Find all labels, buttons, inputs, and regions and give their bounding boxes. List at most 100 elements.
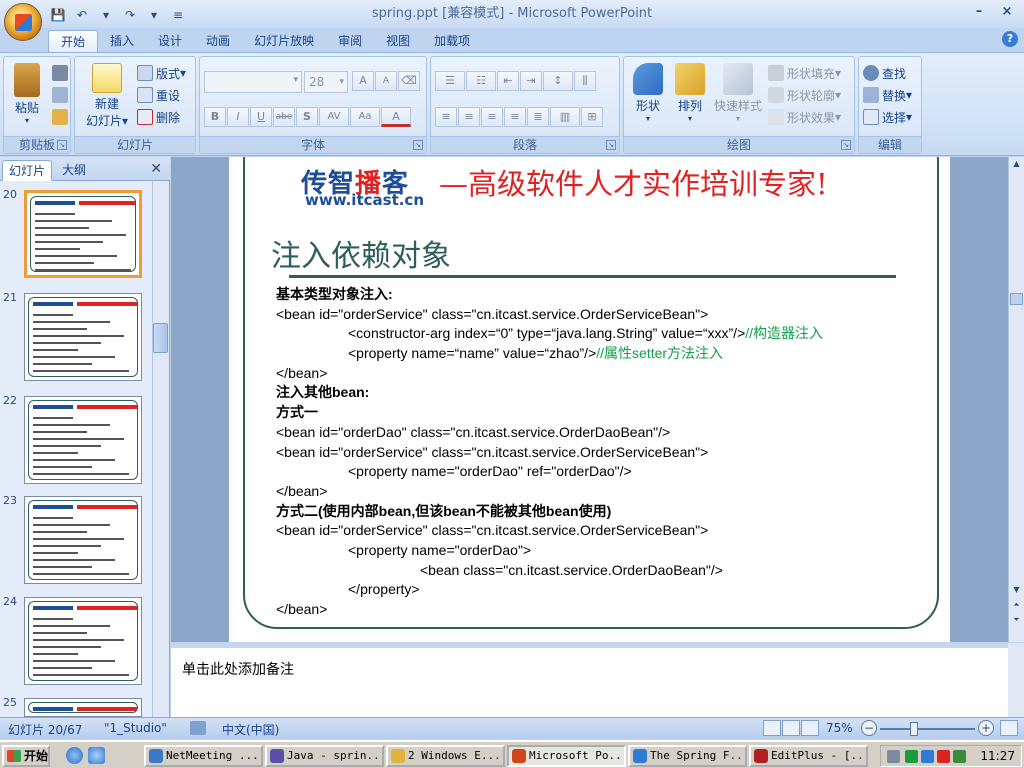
tab-animations[interactable]: 动画: [194, 30, 242, 52]
increase-indent-icon[interactable]: ⇥: [520, 71, 542, 91]
ie-quicklaunch-icon[interactable]: [66, 747, 83, 764]
taskbar-item[interactable]: Microsoft Po...: [507, 745, 626, 767]
undo-icon[interactable]: ↶: [72, 6, 92, 24]
notes-pane[interactable]: 单击此处添加备注: [171, 643, 1008, 717]
shrink-font-button[interactable]: A: [375, 71, 397, 91]
notes-placeholder[interactable]: 单击此处添加备注: [182, 659, 294, 679]
change-case-button[interactable]: Aa: [350, 107, 380, 127]
smartart-icon[interactable]: ⊞: [581, 107, 603, 127]
save-icon[interactable]: 💾: [48, 6, 68, 24]
tab-outline[interactable]: 大纲: [56, 160, 92, 181]
tab-design[interactable]: 设计: [146, 30, 194, 52]
slide-thumbnail[interactable]: [24, 396, 142, 484]
columns-icon[interactable]: ⫼: [574, 71, 596, 91]
slideshow-icon[interactable]: [801, 720, 819, 736]
minimize-button[interactable]: –: [966, 2, 992, 22]
taskbar-item[interactable]: EditPlus - [...: [749, 745, 868, 767]
redo-icon[interactable]: ↷: [120, 6, 140, 24]
layout-button[interactable]: 版式 ▾: [137, 63, 186, 83]
undo-dropdown-icon[interactable]: ▾: [96, 6, 116, 24]
shape-outline-button[interactable]: 形状轮廓 ▾: [768, 85, 841, 105]
delete-slide-button[interactable]: 删除: [137, 107, 180, 127]
numbering-icon[interactable]: ☷: [466, 71, 496, 91]
replace-button[interactable]: 替换 ▾: [863, 85, 912, 105]
paste-button[interactable]: 粘贴 ▾: [10, 63, 44, 125]
scroll-down-icon[interactable]: ▼: [1010, 583, 1023, 597]
clipboard-launcher-icon[interactable]: ↘: [57, 140, 67, 150]
language[interactable]: 中文(中国): [222, 721, 279, 738]
tray-icon-2[interactable]: [905, 750, 918, 763]
taskbar-item[interactable]: 2 Windows E...: [386, 745, 505, 767]
taskbar-item[interactable]: The Spring F...: [628, 745, 747, 767]
column-layout-icon[interactable]: ▥: [550, 107, 580, 127]
font-color-button[interactable]: A: [381, 107, 411, 127]
next-slide-icon[interactable]: ⏷: [1010, 613, 1023, 627]
bullets-icon[interactable]: ☰: [435, 71, 465, 91]
tab-insert[interactable]: 插入: [98, 30, 146, 52]
drawing-launcher-icon[interactable]: ↘: [841, 140, 851, 150]
tray-icon-1[interactable]: [887, 750, 900, 763]
slide-body[interactable]: 基本类型对象注入: <bean id="orderService" class="…: [276, 285, 916, 620]
line-spacing-icon[interactable]: ↕: [543, 71, 573, 91]
quick-styles-button[interactable]: 快速样式 ▾: [710, 63, 766, 123]
align-right-icon[interactable]: ≡: [481, 107, 503, 127]
clear-format-icon[interactable]: ⌫: [398, 71, 420, 91]
fit-window-icon[interactable]: [1000, 720, 1018, 736]
tray-icon-3[interactable]: [921, 750, 934, 763]
reset-button[interactable]: 重设: [137, 85, 180, 105]
shape-effects-button[interactable]: 形状效果 ▾: [768, 107, 841, 127]
align-left-icon[interactable]: ≡: [435, 107, 457, 127]
slide-sorter-icon[interactable]: [782, 720, 800, 736]
redo-dropdown-icon[interactable]: ▾: [144, 6, 164, 24]
font-name-select[interactable]: ▾: [204, 71, 302, 93]
tab-slides[interactable]: 幻灯片: [2, 160, 53, 181]
font-launcher-icon[interactable]: ↘: [413, 140, 423, 150]
slide[interactable]: 传智播客 www.itcast.cn —高级软件人才实作培训专家! 注入依赖对象…: [229, 157, 950, 642]
align-center-icon[interactable]: ≡: [458, 107, 480, 127]
shadow-button[interactable]: S: [296, 107, 318, 127]
office-button[interactable]: [4, 3, 42, 41]
tab-view[interactable]: 视图: [374, 30, 422, 52]
paragraph-launcher-icon[interactable]: ↘: [606, 140, 616, 150]
normal-view-icon[interactable]: [763, 720, 781, 736]
tab-slideshow[interactable]: 幻灯片放映: [242, 30, 326, 52]
taskbar-item[interactable]: NetMeeting ...: [144, 745, 263, 767]
close-button[interactable]: ×: [994, 2, 1020, 22]
help-icon[interactable]: ?: [1002, 31, 1018, 47]
scroll-up-icon[interactable]: ▲: [1010, 157, 1023, 171]
zoom-in-button[interactable]: +: [978, 720, 994, 736]
bold-button[interactable]: B: [204, 107, 226, 127]
new-slide-button[interactable]: 新建 幻灯片▾: [81, 63, 133, 129]
slide-scrollbar[interactable]: ▲ ▼ ⏶ ⏷: [1008, 157, 1024, 642]
zoom-level[interactable]: 75%: [826, 721, 853, 735]
slide-thumbnail[interactable]: [24, 496, 142, 584]
taskbar-item[interactable]: Java - sprin...: [265, 745, 384, 767]
customize-qat-icon[interactable]: ≡: [168, 6, 188, 24]
distribute-icon[interactable]: ≣: [527, 107, 549, 127]
zoom-out-button[interactable]: −: [861, 720, 877, 736]
tab-review[interactable]: 审阅: [326, 30, 374, 52]
notes-scrollbar[interactable]: [1008, 643, 1024, 717]
close-pane-icon[interactable]: ✕: [150, 161, 162, 177]
desktop-quicklaunch-icon[interactable]: [88, 747, 105, 764]
zoom-slider-thumb[interactable]: [910, 722, 918, 736]
slide-title[interactable]: 注入依赖对象: [271, 231, 451, 275]
spellcheck-icon[interactable]: [190, 721, 206, 735]
slide-thumbnail[interactable]: [24, 597, 142, 685]
shapes-button[interactable]: 形状 ▾: [628, 63, 668, 123]
pane-scroll-thumb[interactable]: [153, 323, 168, 353]
tray-icon-4[interactable]: [937, 750, 950, 763]
justify-icon[interactable]: ≡: [504, 107, 526, 127]
tab-addins[interactable]: 加载项: [422, 30, 482, 52]
italic-button[interactable]: I: [227, 107, 249, 127]
slide-thumbnail[interactable]: [24, 190, 142, 278]
select-button[interactable]: 选择 ▾: [863, 107, 912, 127]
grow-font-button[interactable]: A: [352, 71, 374, 91]
underline-button[interactable]: U: [250, 107, 272, 127]
start-button[interactable]: 开始: [2, 745, 50, 767]
tray-icon-5[interactable]: [953, 750, 966, 763]
arrange-button[interactable]: 排列 ▾: [670, 63, 710, 123]
zoom-slider-track[interactable]: [880, 728, 975, 730]
tab-home[interactable]: 开始: [48, 30, 99, 52]
shape-fill-button[interactable]: 形状填充 ▾: [768, 63, 841, 83]
